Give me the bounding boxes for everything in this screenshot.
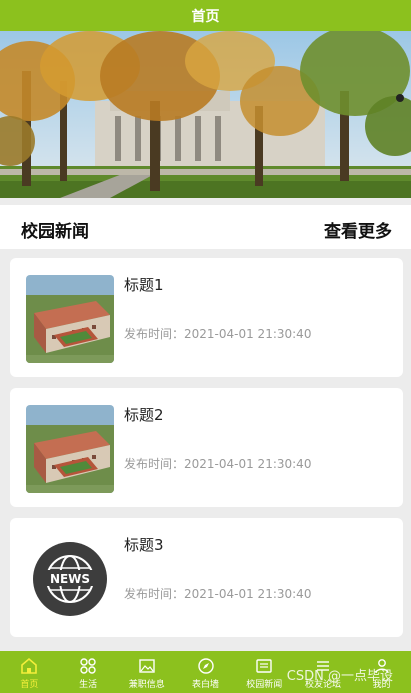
news-thumbnail-campus bbox=[26, 405, 114, 493]
tab-home[interactable]: 首页 bbox=[0, 651, 59, 693]
news-publish-time: 发布时间：2021-04-01 21:30:40 bbox=[124, 327, 312, 341]
image-icon bbox=[139, 659, 155, 673]
news-title: 标题1 bbox=[124, 276, 164, 294]
compass-icon bbox=[197, 658, 214, 674]
app-header: 首页 bbox=[0, 0, 411, 31]
page-title: 首页 bbox=[191, 8, 220, 25]
tab-label: 生活 bbox=[79, 680, 98, 690]
campus-news-header: 校园新闻 查看更多 bbox=[0, 205, 411, 249]
grid-icon bbox=[80, 658, 96, 674]
tab-label: 兼职信息 bbox=[128, 680, 165, 690]
view-more-link[interactable]: 查看更多 bbox=[324, 217, 392, 242]
section-title: 校园新闻 bbox=[21, 222, 89, 242]
tab-label: 表白墙 bbox=[192, 680, 220, 690]
news-card[interactable]: 标题1 发布时间：2021-04-01 21:30:40 bbox=[10, 258, 403, 377]
watermark-text: CSDN @一点毕设 bbox=[286, 669, 393, 684]
tab-confession-wall[interactable]: 表白墙 bbox=[176, 651, 235, 693]
svg-text:NEWS: NEWS bbox=[50, 572, 90, 586]
news-title: 标题3 bbox=[124, 536, 164, 554]
news-publish-time: 发布时间：2021-04-01 21:30:40 bbox=[124, 587, 312, 601]
tab-life[interactable]: 生活 bbox=[59, 651, 118, 693]
news-card[interactable]: 标题2 发布时间：2021-04-01 21:30:40 bbox=[10, 388, 403, 507]
news-publish-time: 发布时间：2021-04-01 21:30:40 bbox=[124, 457, 312, 471]
tab-campus-news[interactable]: 校园新闻 bbox=[235, 651, 294, 693]
tab-part-time[interactable]: 兼职信息 bbox=[117, 651, 176, 693]
tab-label: 首页 bbox=[20, 680, 39, 690]
news-card[interactable]: NEWS 标题3 发布时间：2021-04-01 21:30:40 bbox=[10, 518, 403, 637]
news-icon bbox=[256, 659, 272, 673]
tab-label: 校园新闻 bbox=[246, 680, 283, 690]
carousel-indicator-dot[interactable] bbox=[396, 94, 404, 102]
home-icon bbox=[21, 657, 38, 674]
news-thumbnail-campus bbox=[26, 275, 114, 363]
news-globe-icon: NEWS bbox=[26, 535, 114, 623]
news-title: 标题2 bbox=[124, 406, 164, 424]
campus-banner-image[interactable] bbox=[0, 31, 411, 198]
